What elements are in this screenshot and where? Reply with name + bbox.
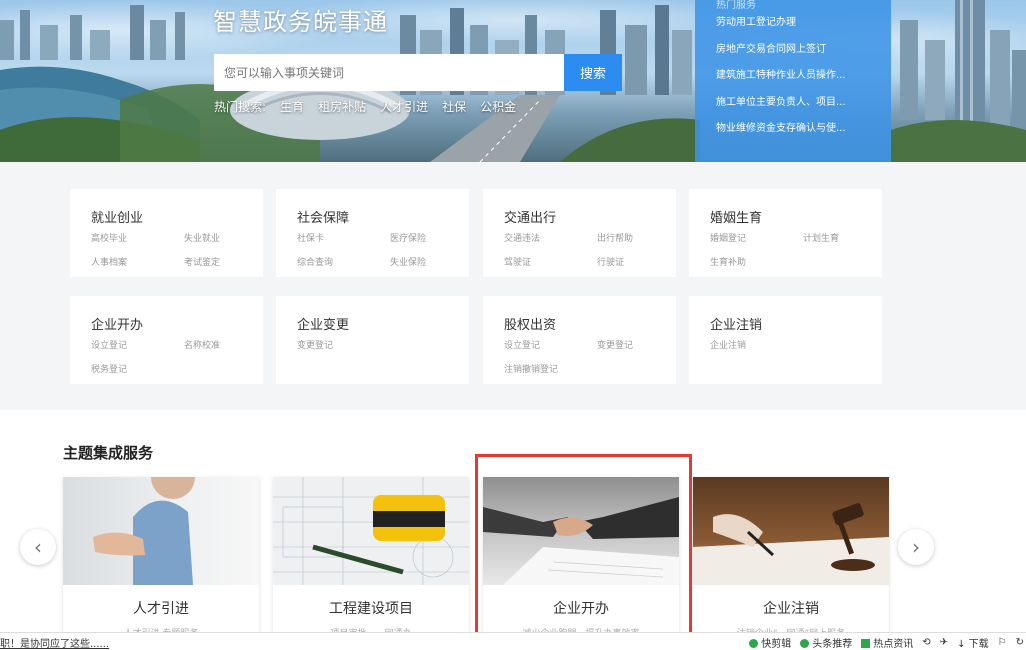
search-button[interactable]: 搜索 — [564, 54, 622, 91]
carousel-prev-button[interactable]: ‹ — [20, 529, 56, 565]
category-card-transport[interactable]: 交通出行 交通违法 出行帮助 驾驶证 行驶证 — [483, 189, 676, 277]
category-link[interactable]: 失业保险 — [390, 256, 483, 271]
history-icon[interactable]: ⟲ — [922, 637, 930, 648]
category-title: 企业注销 — [710, 318, 763, 333]
category-title: 就业创业 — [91, 211, 144, 226]
category-title: 企业变更 — [297, 318, 350, 333]
hot-service-item[interactable]: 物业维修资金支存确认与使... — [716, 116, 891, 143]
category-link[interactable]: 社保卡 — [297, 232, 390, 247]
service-categories: 就业创业 高校毕业 失业就业 人事档案 考试鉴定 社会保障 社保卡 医疗保险 综… — [0, 162, 1026, 410]
category-card-social-security[interactable]: 社会保障 社保卡 医疗保险 综合查询 失业保险 — [276, 189, 469, 277]
pin-icon[interactable]: ✈ — [940, 637, 948, 648]
hot-search-term[interactable]: 租房补贴 — [318, 98, 366, 115]
category-title: 交通出行 — [504, 211, 557, 226]
hot-search-row: 热门搜索: 生育 租房补贴 人才引进 社保 公积金 — [214, 98, 516, 115]
category-card-business-change[interactable]: 企业变更 变更登记 — [276, 296, 469, 384]
category-link[interactable]: 设立登记 — [504, 339, 597, 354]
hot-search-term[interactable]: 公积金 — [480, 98, 516, 115]
blueprint-tape-measure-image — [273, 477, 469, 585]
category-title: 婚姻生育 — [710, 211, 763, 226]
category-link[interactable]: 变更登记 — [297, 339, 390, 354]
hot-search-term[interactable]: 社保 — [442, 98, 466, 115]
hero-banner: 智慧政务皖事通 搜索 热门搜索: 生育 租房补贴 人才引进 社保 公积金 热门服… — [0, 0, 1026, 162]
download-icon: ↓ — [957, 639, 966, 650]
hot-service-item[interactable]: 房地产交易合同网上签订 — [716, 37, 891, 64]
category-link[interactable]: 高校毕业 — [91, 232, 184, 247]
chevron-right-icon: › — [912, 535, 920, 559]
category-link[interactable]: 失业就业 — [184, 232, 277, 247]
hot-services-panel: 热门服务 劳动用工登记办理 房地产交易合同网上签订 建筑施工特种作业人员操作..… — [695, 0, 891, 162]
status-news-link[interactable]: 职！是协同应了这些...... — [0, 635, 109, 650]
play-icon — [800, 639, 810, 648]
status-item-quick-edit[interactable]: 快剪辑 — [749, 635, 791, 650]
category-title: 企业开办 — [91, 318, 144, 333]
chevron-left-icon: ‹ — [34, 535, 42, 559]
theme-section-title: 主题集成服务 — [63, 444, 154, 462]
browser-status-bar: 职！是协同应了这些...... 快剪辑 头条推荐 热点资讯 ⟲ ✈ ↓ 下载 ⚐… — [0, 632, 1026, 650]
category-link[interactable]: 人事档案 — [91, 256, 184, 271]
category-link[interactable]: 注销撤销登记 — [504, 363, 597, 378]
status-item-hot-news[interactable]: 热点资讯 — [861, 635, 913, 650]
category-link[interactable]: 行驶证 — [597, 256, 690, 271]
refresh-icon[interactable]: ↻ — [1016, 637, 1024, 648]
category-link[interactable]: 医疗保险 — [390, 232, 483, 247]
hot-service-item[interactable]: 建筑施工特种作业人员操作... — [716, 63, 891, 90]
theme-card-talent[interactable]: 人才引进 人才引进 专题服务 — [63, 477, 259, 637]
category-link[interactable]: 考试鉴定 — [184, 256, 277, 271]
category-link[interactable]: 婚姻登记 — [710, 232, 803, 247]
theme-card-business-cancel[interactable]: 企业注销 注销企业“一网通”网上服务 — [693, 477, 889, 637]
category-link[interactable]: 综合查询 — [297, 256, 390, 271]
hot-search-term[interactable]: 人才引进 — [380, 98, 428, 115]
status-item-headlines[interactable]: 头条推荐 — [800, 635, 852, 650]
category-title: 社会保障 — [297, 211, 350, 226]
search-input[interactable] — [214, 54, 564, 91]
category-link[interactable]: 税务登记 — [91, 363, 184, 378]
theme-card-name: 企业注销 — [763, 601, 819, 617]
play-icon — [749, 639, 759, 648]
category-link[interactable]: 计划生育 — [803, 232, 896, 247]
hot-search-term[interactable]: 生育 — [280, 98, 304, 115]
category-card-equity[interactable]: 股权出资 设立登记 变更登记 注销撤销登记 — [483, 296, 676, 384]
theme-card-name: 人才引进 — [133, 601, 189, 617]
hot-service-item[interactable]: 施工单位主要负责人、项目... — [716, 90, 891, 117]
status-item-download[interactable]: ↓ 下载 — [957, 635, 989, 650]
carousel-next-button[interactable]: › — [898, 529, 934, 565]
theme-card-construction[interactable]: 工程建设项目 项目审批，一网通办 — [273, 477, 469, 637]
handshake-offer-image — [63, 477, 259, 585]
category-link[interactable]: 名称校准 — [184, 339, 277, 354]
category-link[interactable]: 设立登记 — [91, 339, 184, 354]
category-card-business-cancel[interactable]: 企业注销 企业注销 — [689, 296, 882, 384]
category-link[interactable]: 交通违法 — [504, 232, 597, 247]
category-card-employment[interactable]: 就业创业 高校毕业 失业就业 人事档案 考试鉴定 — [70, 189, 263, 277]
category-link[interactable]: 出行帮助 — [597, 232, 690, 247]
category-link[interactable]: 生育补助 — [710, 256, 803, 271]
category-card-marriage[interactable]: 婚姻生育 婚姻登记 计划生育 生育补助 — [689, 189, 882, 277]
category-title: 股权出资 — [504, 318, 557, 333]
gavel-signing-image — [693, 477, 889, 585]
category-card-business-start[interactable]: 企业开办 设立登记 名称校准 税务登记 — [70, 296, 263, 384]
selection-highlight-box — [475, 454, 692, 643]
category-link[interactable]: 驾驶证 — [504, 256, 597, 271]
category-link[interactable]: 变更登记 — [597, 339, 690, 354]
hot-search-label: 热门搜索: — [214, 100, 267, 114]
theme-card-name: 工程建设项目 — [329, 601, 413, 617]
site-title: 智慧政务皖事通 — [213, 8, 388, 36]
hot-service-item[interactable]: 劳动用工登记办理 — [716, 10, 891, 37]
category-link[interactable]: 企业注销 — [710, 339, 803, 354]
flag-icon[interactable]: ⚐ — [998, 637, 1007, 648]
news-icon — [861, 639, 871, 648]
hot-services-title: 热门服务 — [716, 0, 756, 11]
